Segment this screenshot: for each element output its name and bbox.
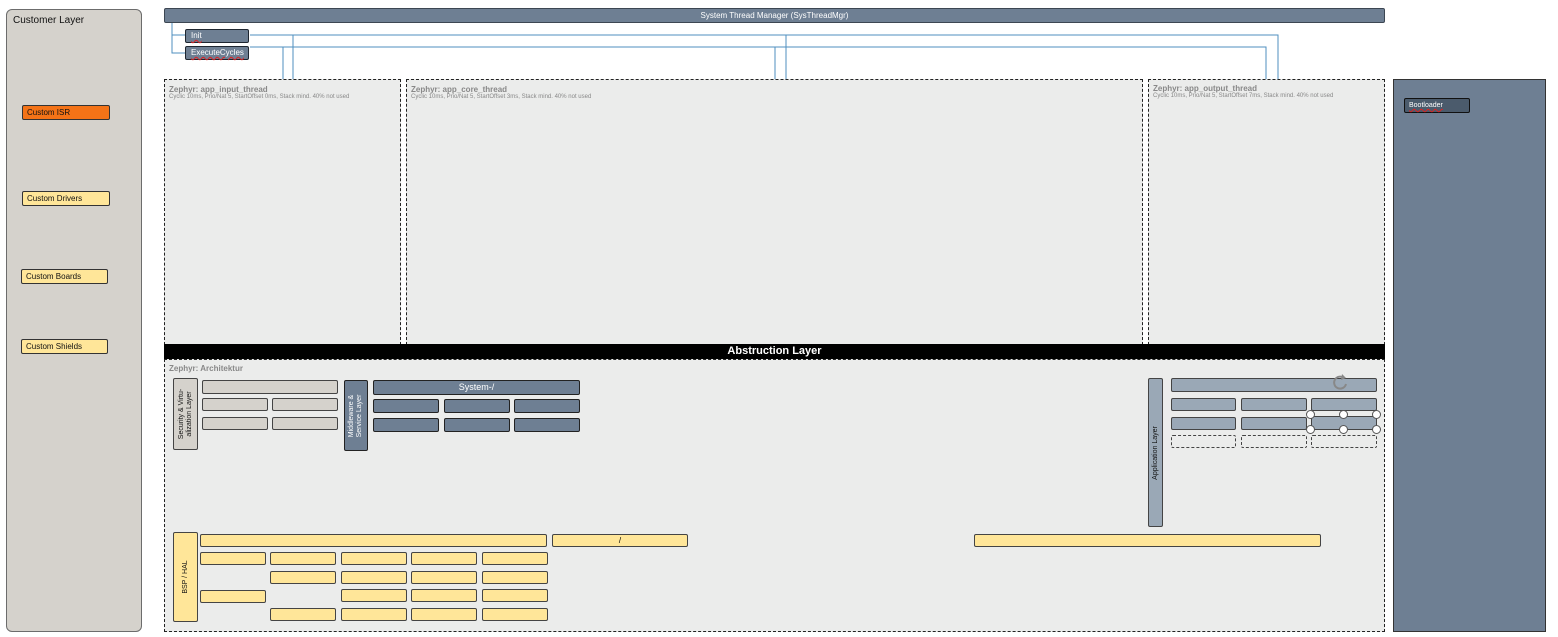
middleware-block[interactable] <box>514 399 580 413</box>
bootloader-button[interactable]: Bootloader <box>1404 98 1470 113</box>
security-block[interactable] <box>202 380 338 394</box>
bsp-block[interactable] <box>974 534 1321 547</box>
security-block[interactable] <box>272 398 338 411</box>
selection-handle-icon[interactable] <box>1306 410 1315 419</box>
application-placeholder[interactable] <box>1241 435 1307 448</box>
bsp-block[interactable] <box>270 552 336 565</box>
selection-handle-icon[interactable] <box>1372 410 1381 419</box>
bsp-block[interactable] <box>341 552 407 565</box>
bsp-block[interactable] <box>270 608 336 621</box>
output-thread-title: Zephyr: app_output_thread <box>1153 84 1258 93</box>
middleware-block[interactable] <box>373 399 439 413</box>
selection-handle-icon[interactable] <box>1372 425 1381 434</box>
custom-shields-box[interactable]: Custom Shields <box>21 339 108 354</box>
connector-left-rail <box>171 23 186 54</box>
bsp-block[interactable] <box>411 571 477 584</box>
output-thread-subtitle: Cyclic 10ms, Prio/Nat 5, StartOffset 7ms… <box>1153 93 1334 99</box>
bsp-block[interactable]: / <box>552 534 688 547</box>
execute-cycles-button[interactable]: ExecuteCycles <box>185 46 249 60</box>
input-thread-subtitle: Cyclic 10ms, Prio/Nat 5, StartOffset 0ms… <box>169 94 350 100</box>
security-virtualization-label: Security & Virtu- alization Layer <box>177 388 193 440</box>
system-block[interactable]: System-/ <box>373 380 580 395</box>
selection-handle-icon[interactable] <box>1339 410 1348 419</box>
application-placeholder[interactable] <box>1311 435 1377 448</box>
bsp-block[interactable] <box>482 608 548 621</box>
input-thread-region <box>164 79 401 345</box>
abstraction-layer-bar[interactable]: Abstruction Layer <box>164 344 1385 359</box>
core-thread-subtitle: Cyclic 10ms, Prio/Nat 5, StartOffset 3ms… <box>411 94 592 100</box>
bsp-block[interactable] <box>411 552 477 565</box>
application-layer-label: Application Layer <box>1151 425 1159 480</box>
bsp-block[interactable] <box>482 589 548 602</box>
output-thread-region <box>1148 79 1385 345</box>
middleware-service-label: Middleware & Service Layer <box>348 394 363 437</box>
middleware-service-layer[interactable]: Middleware & Service Layer <box>344 380 368 451</box>
bsp-block[interactable] <box>200 590 266 603</box>
rotate-handle-icon[interactable] <box>1330 372 1350 392</box>
connector-exec-bus <box>250 46 1267 79</box>
customer-layer-panel <box>6 9 142 632</box>
application-placeholder[interactable] <box>1171 435 1236 448</box>
input-thread-title: Zephyr: app_input_thread <box>169 85 268 94</box>
bsp-block[interactable] <box>482 571 548 584</box>
bsp-block[interactable] <box>200 534 547 547</box>
middleware-block[interactable] <box>444 399 510 413</box>
security-block[interactable] <box>272 417 338 430</box>
bsp-block[interactable] <box>411 589 477 602</box>
bsp-block[interactable] <box>200 552 266 565</box>
bsp-hal-label: BSP / HAL <box>181 560 189 594</box>
bsp-block[interactable] <box>411 608 477 621</box>
application-block[interactable] <box>1171 417 1236 430</box>
bsp-block[interactable] <box>341 589 407 602</box>
bootloader-panel <box>1393 79 1546 632</box>
custom-boards-box[interactable]: Custom Boards <box>21 269 108 284</box>
architecture-title: Zephyr: Architektur <box>169 364 243 373</box>
application-block[interactable] <box>1241 417 1307 430</box>
application-layer[interactable]: Application Layer <box>1148 378 1163 527</box>
middleware-block[interactable] <box>444 418 510 432</box>
bsp-block[interactable] <box>482 552 548 565</box>
selection-handle-icon[interactable] <box>1306 425 1315 434</box>
custom-isr-box[interactable]: Custom ISR <box>22 105 110 120</box>
selection-handle-icon[interactable] <box>1339 425 1348 434</box>
core-thread-region <box>406 79 1143 345</box>
application-block[interactable] <box>1171 398 1236 411</box>
bsp-block[interactable] <box>341 608 407 621</box>
bsp-hal-layer[interactable]: BSP / HAL <box>173 532 198 622</box>
core-thread-title: Zephyr: app_core_thread <box>411 85 508 94</box>
application-block[interactable] <box>1241 398 1307 411</box>
security-virtualization-layer[interactable]: Security & Virtu- alization Layer <box>173 378 198 450</box>
middleware-block[interactable] <box>373 418 439 432</box>
connector-init-bus <box>250 34 1279 79</box>
security-block[interactable] <box>202 398 268 411</box>
bsp-block[interactable] <box>270 571 336 584</box>
init-button[interactable]: Init <box>185 29 249 43</box>
middleware-block[interactable] <box>514 418 580 432</box>
custom-drivers-box[interactable]: Custom Drivers <box>22 191 110 206</box>
bsp-block[interactable] <box>341 571 407 584</box>
security-block[interactable] <box>202 417 268 430</box>
system-thread-manager-bar[interactable]: System Thread Manager (SysThreadMgr) <box>164 8 1385 23</box>
